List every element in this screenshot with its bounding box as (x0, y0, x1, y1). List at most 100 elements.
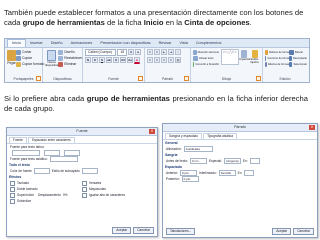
tab-tipografia[interactable]: Tipografía asiática (203, 133, 237, 139)
numbering-icon[interactable]: ≡ (154, 49, 160, 55)
shadow-icon[interactable]: S (113, 57, 119, 63)
underline-style-select[interactable] (81, 168, 98, 174)
group-portapapeles: Pegar Cortar Copiar Copiar formato Porta… (5, 48, 44, 82)
shape-effects-button[interactable]: Efectos de formas (265, 61, 289, 67)
checkbox[interactable] (82, 192, 87, 198)
align-left-icon[interactable]: ≡ (147, 57, 153, 63)
launcher-fuente[interactable] (138, 76, 143, 81)
paste-button[interactable]: Pegar (7, 49, 16, 67)
delete-button[interactable]: Eliminar (58, 61, 82, 67)
close-icon[interactable]: ✕ (309, 125, 315, 130)
grow-font-icon[interactable]: A (128, 49, 135, 55)
indent-label: Antes del texto: (166, 159, 188, 163)
columns-icon[interactable]: ▥ (175, 57, 181, 63)
launcher-portapapeles[interactable] (36, 76, 41, 81)
intro-bold-groups: grupo de herramientas (22, 18, 105, 27)
group-parrafo: ≡ ≡ ⇤ ⇥ ↕ ≡ ≡ ≡ ≡ ▥ Párrafo (145, 48, 191, 82)
text-direction-icon (193, 49, 197, 55)
tab-fuente[interactable]: Fuente (9, 137, 27, 143)
by-input[interactable] (249, 158, 260, 164)
line-spacing-label: Interlineado: (199, 171, 217, 175)
quick-styles-label: Estilos rápidos (250, 58, 259, 64)
effect-subscript-label: Subíndice (17, 199, 32, 203)
case-icon[interactable]: Aa (127, 57, 133, 63)
effect-subscript[interactable]: Subíndice (7, 198, 79, 204)
fill-icon (265, 49, 269, 55)
checkbox[interactable] (82, 180, 87, 186)
tab-sangria[interactable]: Sangría y espaciado (165, 133, 203, 139)
cancel-button[interactable]: Cancelar (133, 227, 154, 234)
justify-icon[interactable]: ≡ (168, 57, 174, 63)
shrink-font-icon[interactable]: a (135, 49, 141, 55)
indent-input[interactable]: 0 cm (189, 158, 207, 164)
decrease-indent-icon[interactable]: ⇤ (161, 49, 167, 55)
tab-presentacion[interactable]: Presentación con diapositivas (96, 39, 154, 47)
tab-animaciones[interactable]: Animaciones (67, 39, 97, 47)
checkbox[interactable] (10, 192, 15, 198)
font-color-select[interactable] (33, 168, 50, 174)
line-spacing-select[interactable]: Sencillo (218, 170, 236, 176)
underline-icon[interactable]: S (99, 57, 105, 63)
after-input[interactable]: 0 pto (181, 176, 199, 182)
latin-font-label: Fuente para texto latino: (10, 145, 45, 149)
intro-paragraph: También puede establecer formatos a una … (4, 8, 316, 28)
effect-equalize[interactable]: Igualar alto de caracteres (79, 192, 125, 198)
intro-text-3: en la (163, 18, 185, 27)
font-size-select[interactable]: 18 (117, 48, 128, 56)
ok-button[interactable]: Aceptar (112, 227, 132, 234)
alignment-select[interactable]: Justificada (183, 146, 213, 152)
tab-inicio[interactable]: Inicio (7, 39, 26, 47)
special-select[interactable]: (ninguna) (223, 158, 241, 164)
font-name-select[interactable]: Calibri (Cuerpo) (85, 48, 117, 56)
strikethrough-icon[interactable]: ab (106, 57, 112, 63)
arrange-button[interactable]: Organizar (239, 49, 250, 67)
before-label: Anterior: (166, 171, 179, 175)
italic-icon[interactable]: K (92, 57, 98, 63)
ok-button[interactable]: Aceptar (272, 228, 292, 235)
asian-font-select[interactable] (49, 156, 78, 162)
find-label: Buscar (295, 50, 304, 54)
bold-icon[interactable]: N (85, 57, 91, 63)
at-label: En (237, 171, 242, 175)
bullets-icon[interactable]: ≡ (147, 49, 153, 55)
select-button[interactable]: Seleccionar (289, 61, 307, 67)
launcher-parrafo[interactable] (184, 76, 189, 81)
close-icon[interactable]: ✕ (149, 129, 155, 134)
line-spacing-icon[interactable]: ↕ (175, 49, 181, 55)
checkbox[interactable] (82, 186, 87, 192)
checkbox[interactable] (10, 186, 15, 192)
group-fuente: Calibri (Cuerpo) 18 Aa N K Sab S AV Aa A Fuente (83, 48, 145, 82)
select-label: Seleccionar (293, 62, 307, 66)
format-painter-button[interactable]: Copiar formato (16, 61, 44, 67)
offset-value[interactable]: 0% (63, 193, 68, 197)
text-direction-label: Dirección del texto (197, 50, 219, 54)
launcher-dibujo[interactable] (256, 76, 261, 81)
smartart-button[interactable]: Convertir a SmartArt (193, 61, 219, 67)
effect-equalize-label: Igualar alto de caracteres (89, 193, 125, 197)
increase-indent-icon[interactable]: ⇥ (168, 49, 174, 55)
align-center-icon[interactable]: ≡ (154, 57, 160, 63)
tab-espaciado[interactable]: Espaciado entre caracteres (27, 137, 75, 143)
tab-complementos[interactable]: Complementos (192, 39, 226, 47)
quick-styles-button[interactable]: Estilos rápidos (249, 49, 260, 67)
checkbox[interactable] (10, 198, 15, 204)
effect-smallcaps-label: Versales (89, 181, 102, 185)
tabs-button[interactable]: Tabulaciones... (166, 228, 196, 235)
font-color-icon[interactable]: A (134, 56, 140, 64)
cancel-button[interactable]: Cancelar (293, 228, 314, 235)
shapes-gallery[interactable]: ▭○△╲⬡☆ (221, 49, 239, 67)
tab-revisar[interactable]: Revisar (155, 39, 176, 47)
tab-vista[interactable]: Vista (175, 39, 191, 47)
ribbon-tab-bar: Inicio Insertar Diseño Animaciones Prese… (5, 39, 309, 48)
format-painter-label: Copiar formato (22, 62, 45, 66)
latin-font-select[interactable] (12, 150, 40, 156)
at-input[interactable] (243, 170, 254, 176)
group-label-dibujo: Dibujo (221, 77, 232, 81)
tab-diseno[interactable]: Diseño (47, 39, 67, 47)
align-right-icon[interactable]: ≡ (161, 57, 167, 63)
paragraph-dialog-titlebar: Párrafo ✕ (163, 124, 317, 132)
new-slide-button[interactable]: Nueva diapositiva (45, 49, 58, 67)
spacing-icon[interactable]: AV (120, 57, 126, 63)
tab-insertar[interactable]: Insertar (26, 39, 47, 47)
checkbox[interactable] (10, 180, 15, 186)
